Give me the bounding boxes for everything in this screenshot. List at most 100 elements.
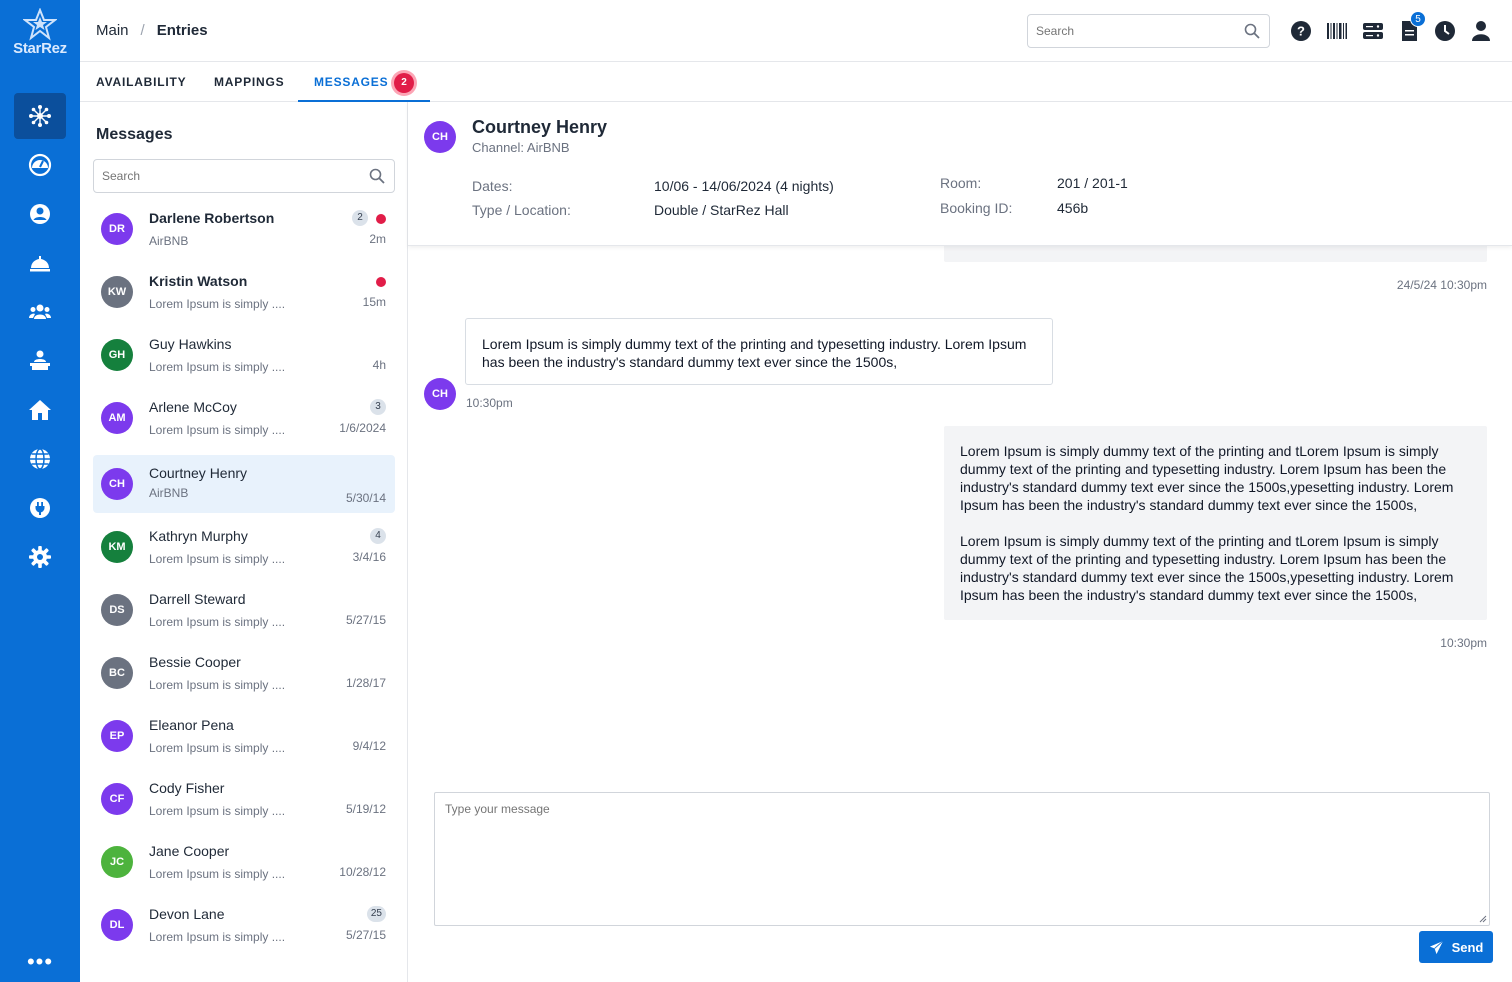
tab-messages[interactable]: MESSAGES 2	[298, 62, 431, 102]
breadcrumb-current: Entries	[156, 22, 208, 39]
unread-count-badge: 25	[366, 906, 386, 922]
conversation-name: Kristin Watson	[149, 273, 248, 289]
message-composer	[434, 792, 1490, 926]
avatar: CH	[424, 378, 456, 410]
globe-icon	[30, 448, 50, 470]
conversation-time: 10/28/12	[339, 865, 386, 879]
account-button[interactable]	[1470, 20, 1494, 44]
previous-message-bubble	[944, 246, 1487, 262]
logo-text: StarRez	[13, 40, 67, 57]
outgoing-paragraph: Lorem Ipsum is simply dummy text of the …	[960, 443, 1454, 513]
clock-icon	[1435, 21, 1455, 41]
rail-item-groups[interactable]	[14, 289, 66, 335]
unread-dot	[376, 214, 386, 224]
conversation-preview: Lorem Ipsum is simply ....	[149, 930, 286, 944]
conversation-time: 5/30/14	[345, 491, 386, 505]
chat-header: CH Courtney Henry Channel: AirBNB Dates:…	[408, 102, 1512, 246]
conversation-time: 9/4/12	[352, 739, 386, 753]
history-button[interactable]	[1434, 20, 1458, 44]
help-button[interactable]: ?	[1290, 20, 1314, 44]
avatar: CF	[101, 783, 133, 815]
conversation-item[interactable]: BC Bessie Cooper Lorem Ipsum is simply ...…	[93, 644, 395, 702]
conversation-name: Eleanor Pena	[149, 717, 234, 733]
network-hub-icon	[29, 105, 51, 127]
rail-item-web[interactable]	[14, 436, 66, 482]
breadcrumb-main[interactable]: Main	[96, 22, 129, 39]
rail-item-profile[interactable]	[14, 191, 66, 237]
server-button[interactable]	[1362, 20, 1386, 44]
conversation-preview: AirBNB	[149, 234, 189, 248]
message-input[interactable]	[435, 793, 1489, 925]
avatar: KW	[101, 276, 133, 308]
barcode-icon	[1327, 23, 1347, 39]
conversation-item[interactable]: CF Cody Fisher Lorem Ipsum is simply .... 5…	[93, 770, 395, 828]
more-menu-icon[interactable]: •••	[0, 950, 80, 974]
conversation-name: Arlene McCoy	[149, 399, 237, 415]
rail-item-plugins[interactable]	[14, 485, 66, 531]
left-nav-rail: StarRez •••	[0, 0, 80, 982]
rail-item-reception[interactable]	[14, 338, 66, 384]
conversation-item[interactable]: AM Arlene McCoy Lorem Ipsum is simply ....…	[93, 389, 395, 447]
conversation-time: 2m	[369, 232, 386, 246]
search-icon[interactable]	[369, 168, 385, 184]
guest-name: Courtney Henry	[472, 117, 608, 137]
rail-item-dashboard[interactable]	[14, 142, 66, 188]
conversation-item[interactable]: CH Courtney Henry AirBNB 5/30/14	[93, 455, 395, 513]
documents-button[interactable]: 5	[1398, 11, 1426, 44]
gauge-icon	[28, 153, 52, 177]
tab-availability[interactable]: AVAILABILITY	[96, 62, 186, 102]
barcode-button[interactable]	[1326, 20, 1350, 44]
conversation-item[interactable]: DL Devon Lane Lorem Ipsum is simply .... 5/…	[93, 896, 395, 954]
rail-item-housing[interactable]	[14, 387, 66, 433]
send-button[interactable]: Send	[1419, 931, 1493, 963]
messages-search	[93, 159, 395, 193]
dates-value: 10/06 - 14/06/2024 (4 nights)	[654, 178, 834, 194]
starrez-logo[interactable]: StarRez	[0, 8, 80, 68]
tab-messages-label: MESSAGES	[314, 75, 389, 89]
gear-icon	[29, 546, 51, 568]
conversation-item[interactable]: EP Eleanor Pena Lorem Ipsum is simply ....…	[93, 707, 395, 765]
conversation-item[interactable]: KW Kristin Watson Lorem Ipsum is simply ..…	[93, 263, 395, 321]
unread-dot	[376, 277, 386, 287]
outgoing-message: Lorem Ipsum is simply dummy text of the …	[944, 426, 1487, 620]
conversation-time: 4h	[372, 358, 386, 372]
conversation-item[interactable]: JC Jane Cooper Lorem Ipsum is simply .... 1…	[93, 833, 395, 891]
conversation-item[interactable]: GH Guy Hawkins Lorem Ipsum is simply .... 4…	[93, 326, 395, 384]
conversation-preview: Lorem Ipsum is simply ....	[149, 615, 286, 629]
avatar: DS	[101, 594, 133, 626]
search-icon[interactable]	[1244, 23, 1260, 39]
front-desk-icon	[30, 350, 50, 370]
conversation-item[interactable]: DS Darrell Steward Lorem Ipsum is simply .…	[93, 581, 395, 639]
conversation-preview: AirBNB	[149, 486, 189, 500]
conversation-item[interactable]: DR Darlene Robertson AirBNB 2m 2	[93, 200, 395, 258]
service-bell-icon	[30, 256, 50, 272]
user-circle-icon	[30, 204, 50, 224]
tab-mappings[interactable]: MAPPINGS	[214, 62, 284, 102]
conversation-preview: Lorem Ipsum is simply ....	[149, 423, 286, 437]
dates-label: Dates:	[472, 178, 513, 194]
resize-handle-icon[interactable]	[1479, 915, 1487, 923]
rail-item-services[interactable]	[14, 240, 66, 286]
avatar: EP	[101, 720, 133, 752]
avatar: JC	[101, 846, 133, 878]
global-search-input[interactable]	[1028, 15, 1228, 47]
avatar: DL	[101, 909, 133, 941]
rail-item-integrations[interactable]	[14, 93, 66, 139]
avatar: BC	[101, 657, 133, 689]
conversation-name: Bessie Cooper	[149, 654, 241, 670]
conversation-time: 15m	[362, 295, 386, 309]
outgoing-paragraph: Lorem Ipsum is simply dummy text of the …	[960, 533, 1454, 603]
unread-count-badge: 3	[370, 399, 386, 415]
rail-item-settings[interactable]	[14, 534, 66, 580]
star-logo-icon	[23, 8, 57, 41]
conversation-preview: Lorem Ipsum is simply ....	[149, 678, 286, 692]
unread-count-badge: 4	[370, 528, 386, 544]
conversation-preview: Lorem Ipsum is simply ....	[149, 297, 286, 311]
conversation-item[interactable]: KM Kathryn Murphy Lorem Ipsum is simply ..…	[93, 518, 395, 576]
svg-text:?: ?	[1297, 24, 1305, 39]
conversation-time: 5/19/12	[345, 802, 386, 816]
booking-id-label: Booking ID:	[940, 200, 1013, 216]
server-icon	[1363, 23, 1383, 39]
conversation-name: Jane Cooper	[149, 843, 230, 859]
messages-search-input[interactable]	[94, 160, 354, 192]
